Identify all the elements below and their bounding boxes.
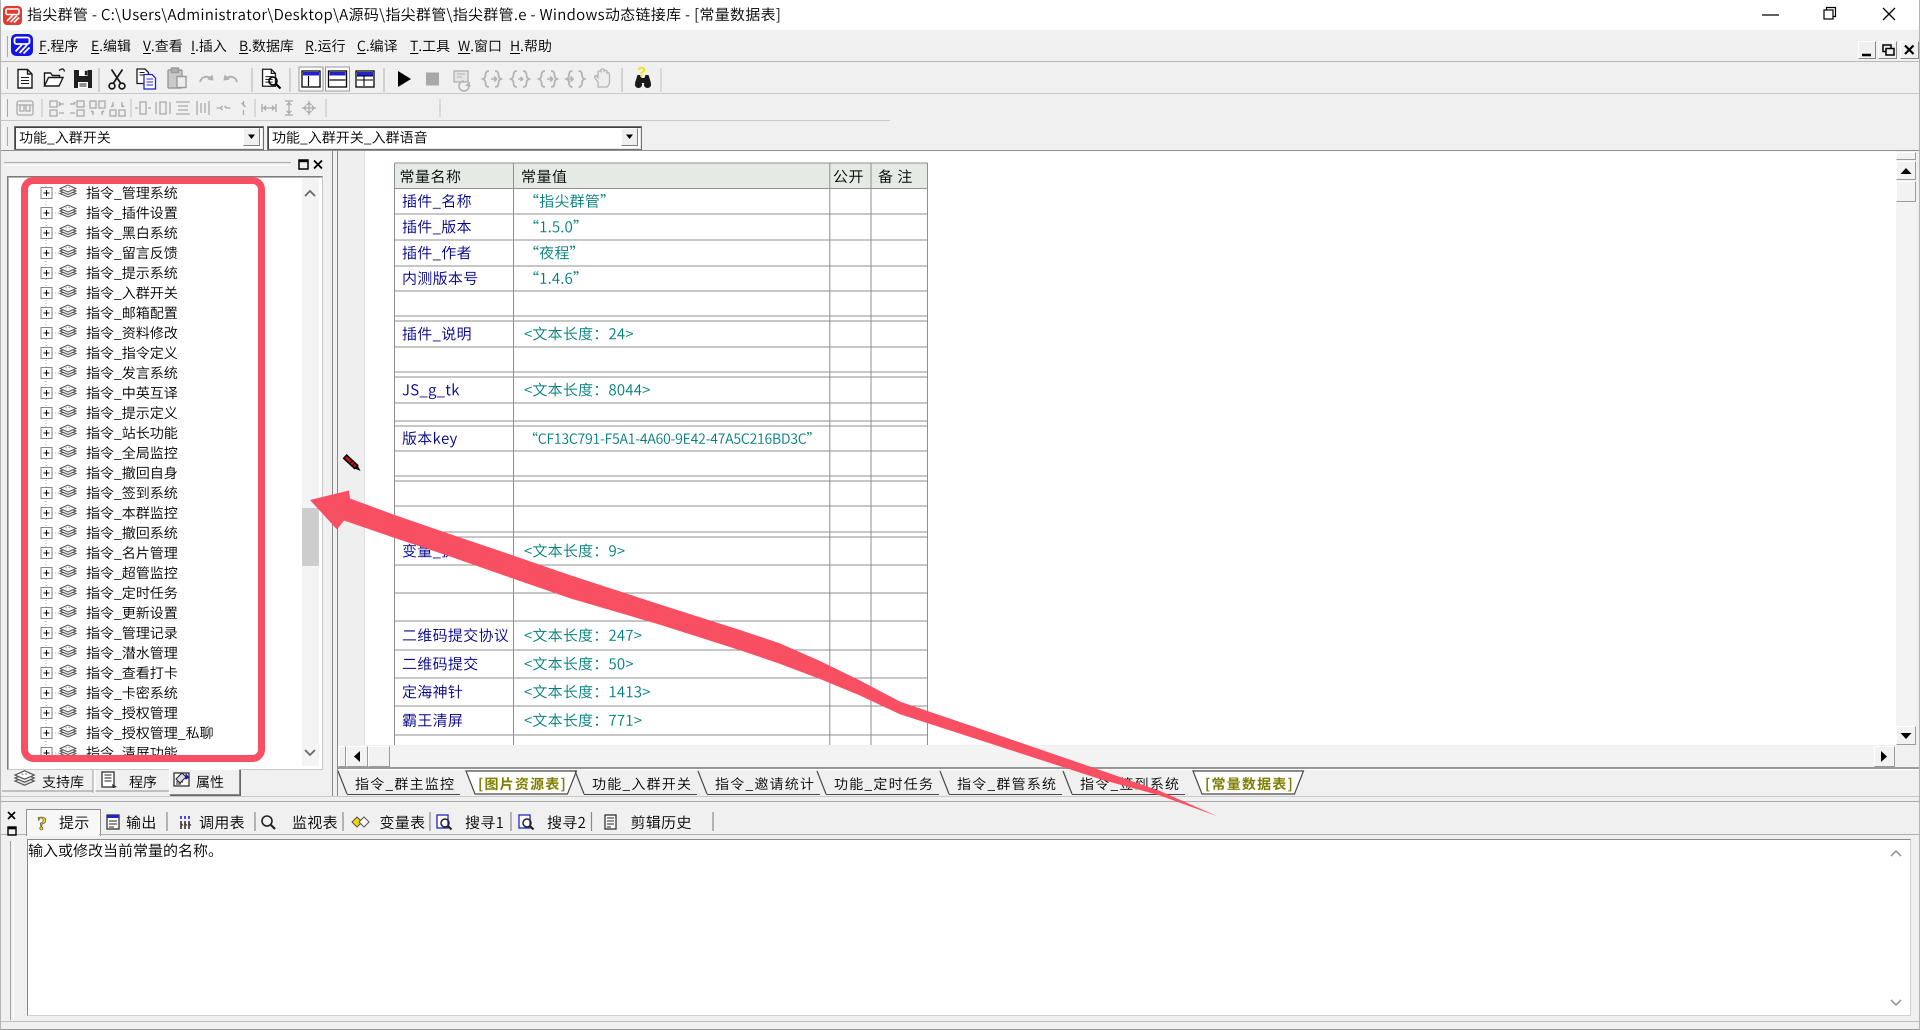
svg-text:?: ? [637, 64, 646, 81]
svg-text:?: ? [37, 813, 47, 835]
